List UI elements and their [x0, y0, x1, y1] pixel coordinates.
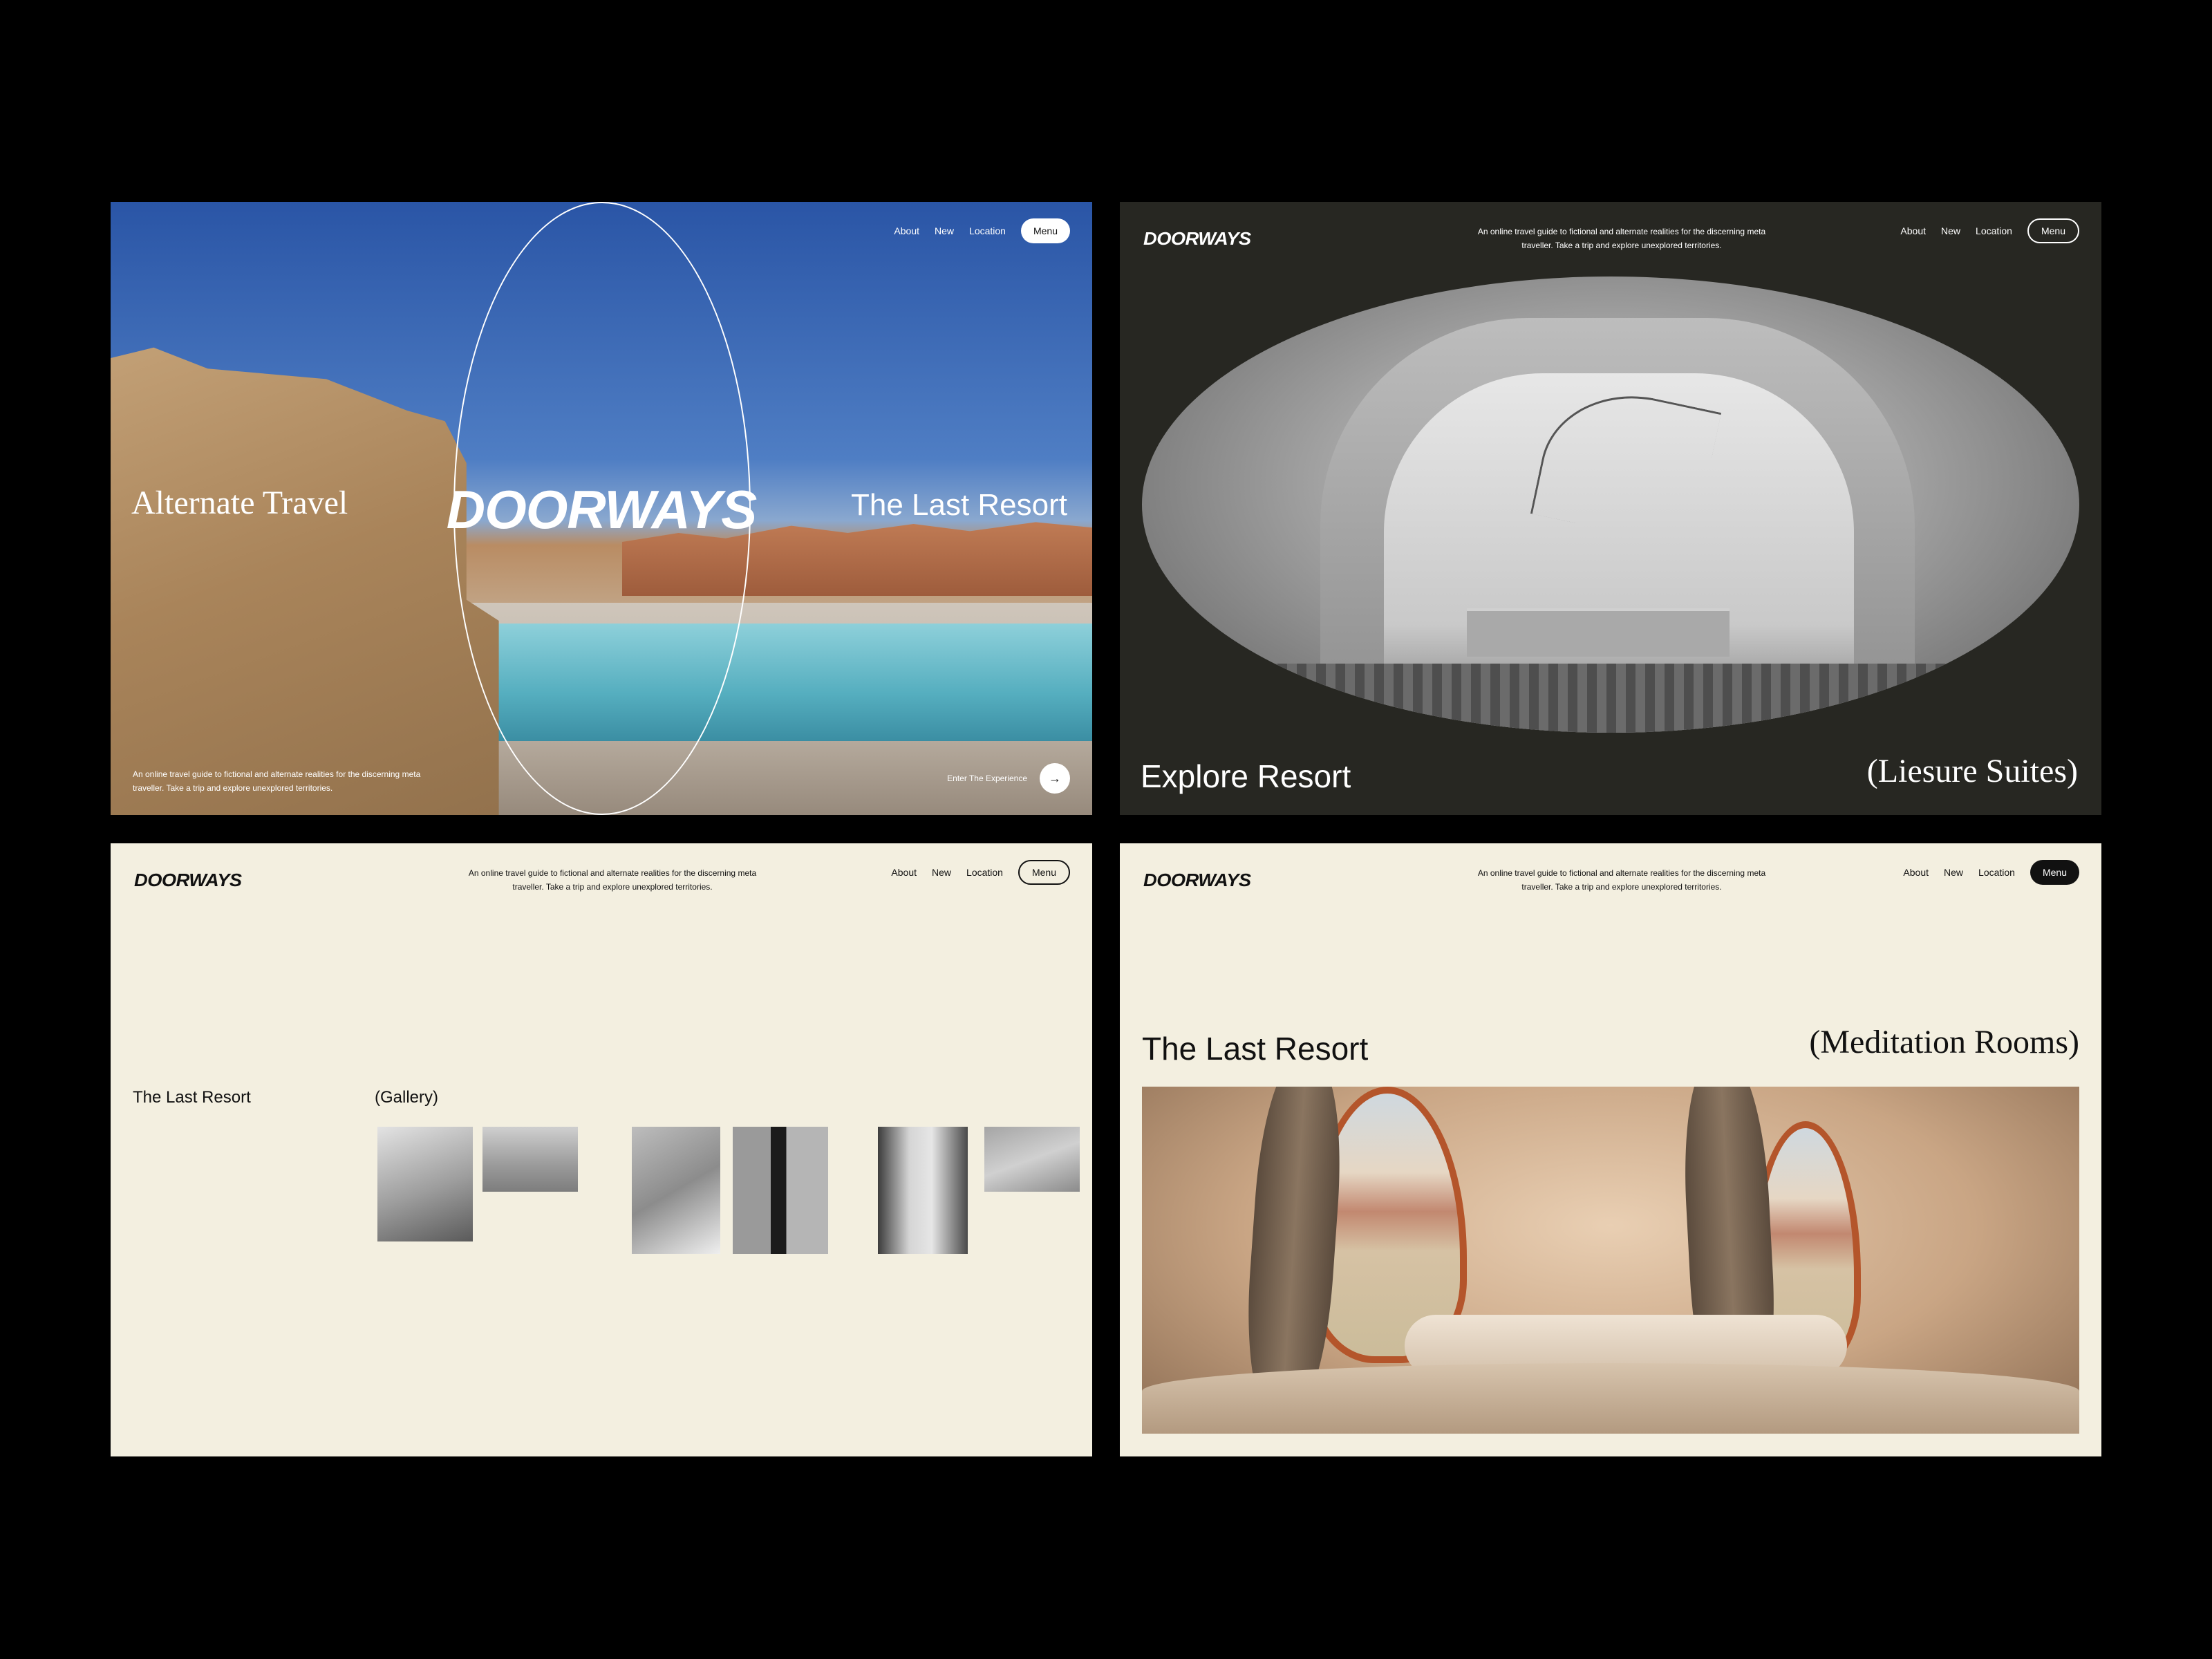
nav-location[interactable]: Location — [1976, 225, 2012, 236]
gallery-thumbnail[interactable] — [984, 1127, 1080, 1192]
top-nav: About New Location Menu — [1900, 218, 2079, 243]
meditation-subtitle: (Meditation Rooms) — [1809, 1024, 2079, 1060]
nav-about[interactable]: About — [894, 225, 919, 236]
meditation-title: The Last Resort — [1142, 1031, 1369, 1067]
top-nav: About New Location Menu — [891, 860, 1070, 885]
nav-about[interactable]: About — [891, 867, 917, 878]
explore-title[interactable]: Explore Resort — [1141, 758, 1351, 795]
logo[interactable]: DOORWAYS — [1143, 228, 1251, 250]
meditation-room-photo — [1142, 1087, 2079, 1434]
gallery-thumbnail[interactable] — [377, 1127, 473, 1241]
explore-subtitle: (Liesure Suites) — [1866, 753, 2078, 789]
top-nav: About New Location Menu — [1903, 860, 2079, 885]
console-table — [1467, 608, 1730, 657]
gallery-screen: DOORWAYS An online travel guide to ficti… — [111, 843, 1092, 1456]
hero-screen: About New Location Menu Alternate Travel… — [111, 202, 1092, 815]
explore-screen: DOORWAYS An online travel guide to ficti… — [1120, 202, 2101, 815]
gallery-page-title: The Last Resort — [133, 1088, 251, 1107]
tagline: An online travel guide to fictional and … — [468, 868, 757, 892]
arrow-right-icon[interactable]: → — [1040, 763, 1070, 794]
enter-experience-label: Enter The Experience — [947, 774, 1027, 783]
gallery-thumbnail[interactable] — [632, 1127, 720, 1254]
enter-experience-link[interactable]: Enter The Experience → — [947, 763, 1070, 794]
nav-location[interactable]: Location — [969, 225, 1006, 236]
nav-new[interactable]: New — [1944, 867, 1963, 878]
meditation-screen: DOORWAYS An online travel guide to ficti… — [1120, 843, 2101, 1456]
nav-about[interactable]: About — [1900, 225, 1926, 236]
logo[interactable]: DOORWAYS — [1143, 870, 1251, 891]
top-nav: About New Location Menu — [894, 218, 1070, 243]
menu-button[interactable]: Menu — [2027, 218, 2079, 243]
pebble-floor — [1142, 664, 2079, 733]
menu-button[interactable]: Menu — [1018, 860, 1070, 885]
gallery-thumbnail[interactable] — [733, 1127, 828, 1254]
gallery-thumbnail[interactable] — [878, 1127, 968, 1254]
gallery-label: (Gallery) — [375, 1088, 439, 1107]
gallery-thumbnail[interactable] — [482, 1127, 578, 1192]
nav-new[interactable]: New — [932, 867, 951, 878]
room-floor — [1142, 1363, 2079, 1434]
logo[interactable]: DOORWAYS — [134, 870, 242, 891]
tagline: An online travel guide to fictional and … — [1477, 227, 1766, 250]
hero-description: An online travel guide to fictional and … — [133, 769, 421, 793]
menu-button[interactable]: Menu — [2030, 860, 2079, 885]
nav-location[interactable]: Location — [1978, 867, 2015, 878]
nav-new[interactable]: New — [1941, 225, 1960, 236]
suite-photo-oval — [1142, 276, 2079, 733]
menu-button[interactable]: Menu — [1020, 218, 1070, 243]
nav-about[interactable]: About — [1903, 867, 1929, 878]
nav-new[interactable]: New — [935, 225, 954, 236]
tagline: An online travel guide to fictional and … — [1477, 868, 1766, 892]
nav-location[interactable]: Location — [966, 867, 1003, 878]
hero-right-title: The Last Resort — [850, 488, 1067, 522]
